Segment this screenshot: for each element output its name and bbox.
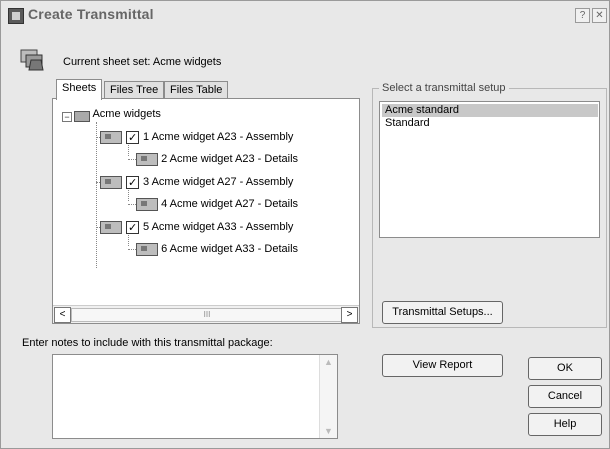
scroll-up-icon[interactable]: ▲ [324, 357, 333, 367]
sheet-checkbox[interactable] [126, 175, 139, 191]
notes-scrollbar[interactable]: ▲ ▼ [319, 355, 337, 438]
current-sheet-set-label: Current sheet set: Acme widgets [63, 56, 222, 68]
sheet-set-small-icon [74, 108, 90, 123]
transmittal-setup-list[interactable]: Acme standard Standard [379, 101, 600, 238]
app-icon [8, 8, 24, 24]
setup-item-standard[interactable]: Standard [382, 117, 598, 130]
sheet-set-icon [20, 49, 44, 71]
tree-item-sheet-2[interactable]: 2 Acme widget A23 - Details [136, 151, 298, 167]
tree-item-sheet-3[interactable]: 3 Acme widget A27 - Assembly [100, 174, 294, 191]
horizontal-scrollbar[interactable]: < III > [53, 305, 359, 323]
tree-item-label: 1 Acme widget A23 - Assembly [143, 131, 294, 143]
help-title-button[interactable]: ? [575, 8, 590, 23]
window-title: Create Transmittal [28, 6, 154, 22]
scroll-thumb[interactable]: III [71, 308, 343, 322]
create-transmittal-dialog: Create Transmittal ? ✕ Current sheet set… [0, 0, 610, 449]
view-report-button[interactable]: View Report [382, 354, 503, 377]
sheet-icon [100, 175, 122, 189]
tree-item-sheet-6[interactable]: 6 Acme widget A33 - Details [136, 241, 298, 257]
sheet-checkbox[interactable] [126, 130, 139, 146]
tree-item-label: 2 Acme widget A23 - Details [161, 153, 299, 165]
tab-files-tree[interactable]: Files Tree [104, 81, 165, 99]
tree-item-sheet-4[interactable]: 4 Acme widget A27 - Details [136, 196, 298, 212]
notes-label: Enter notes to include with this transmi… [22, 337, 273, 349]
sheet-icon [136, 242, 158, 256]
tree-item-sheet-5[interactable]: 5 Acme widget A33 - Assembly [100, 219, 294, 236]
transmittal-setups-button[interactable]: Transmittal Setups... [382, 301, 503, 324]
tree-item-label: 3 Acme widget A27 - Assembly [143, 176, 294, 188]
sheet-icon [100, 130, 122, 144]
scroll-right-button[interactable]: > [341, 307, 358, 323]
tree-root[interactable]: Acme widgets [74, 106, 161, 123]
sheet-icon [100, 220, 122, 234]
transmittal-setup-group-label: Select a transmittal setup [379, 82, 509, 94]
scroll-down-icon[interactable]: ▼ [324, 426, 333, 436]
sheets-tree[interactable]: − Acme widgets 1 Acme widget A23 - Assem… [52, 98, 360, 324]
collapse-icon[interactable]: − [62, 112, 72, 122]
close-button[interactable]: ✕ [592, 8, 607, 23]
sheet-icon [136, 152, 158, 166]
sheet-checkbox[interactable] [126, 220, 139, 236]
tree-item-label: 5 Acme widget A33 - Assembly [143, 221, 294, 233]
help-button[interactable]: Help [528, 413, 602, 436]
scroll-left-button[interactable]: < [54, 307, 71, 323]
notes-textarea[interactable]: ▲ ▼ [52, 354, 338, 439]
tree-item-sheet-1[interactable]: 1 Acme widget A23 - Assembly [100, 129, 294, 146]
title-bar: Create Transmittal ? ✕ [1, 1, 609, 31]
tab-sheets[interactable]: Sheets [56, 79, 103, 100]
setup-item-acme-standard[interactable]: Acme standard [382, 104, 598, 117]
tree-item-label: 6 Acme widget A33 - Details [161, 243, 299, 255]
tree-item-label: 4 Acme widget A27 - Details [161, 198, 299, 210]
tree-root-label: Acme widgets [92, 108, 161, 120]
ok-button[interactable]: OK [528, 357, 602, 380]
tab-files-table[interactable]: Files Table [164, 81, 229, 99]
cancel-button[interactable]: Cancel [528, 385, 602, 408]
sheet-icon [136, 197, 158, 211]
